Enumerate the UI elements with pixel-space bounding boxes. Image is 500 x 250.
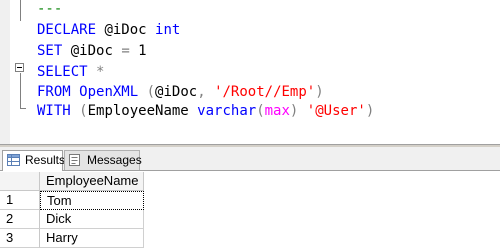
code-token: , — [197, 84, 206, 100]
query-editor[interactable]: --- DECLARE @iDoc int SET @iDoc = 1 SELE… — [0, 0, 500, 144]
code-line-1[interactable]: --- — [37, 0, 62, 18]
code-token: varchar — [197, 103, 257, 119]
row-number[interactable]: 2 — [0, 210, 40, 229]
code-line-3[interactable]: SET @iDoc = 1 — [37, 42, 147, 60]
code-token: int — [155, 22, 181, 38]
code-token: ) — [315, 84, 324, 100]
code-token: * — [96, 64, 105, 80]
row-number[interactable]: 1 — [0, 191, 40, 210]
code-line-4[interactable]: SELECT * — [37, 63, 104, 81]
code-token: ( — [146, 84, 156, 100]
results-tabstrip: Results Messages — [0, 147, 500, 171]
code-token: 1 — [129, 43, 147, 59]
code-token: @iDoc — [62, 43, 122, 59]
code-token: WITH — [37, 103, 71, 119]
code-token: max — [264, 103, 290, 119]
code-line-2[interactable]: DECLARE @iDoc int — [37, 21, 180, 39]
code-token: '/Root//Emp' — [214, 84, 316, 100]
collapse-toggle-icon[interactable] — [15, 63, 24, 72]
outline-line — [20, 0, 21, 21]
code-token: --- — [37, 1, 63, 17]
code-token: ( — [79, 103, 88, 119]
results-grid[interactable]: EmployeeName 1 Tom 2 Dick 3 Harry — [0, 171, 500, 250]
code-token: '@User' — [306, 103, 366, 119]
row-number[interactable]: 3 — [0, 229, 40, 248]
messages-icon — [69, 154, 80, 166]
tab-messages[interactable]: Messages — [64, 150, 142, 170]
outline-line — [20, 73, 21, 108]
table-cell[interactable]: Tom — [40, 191, 144, 210]
code-token: ( — [256, 103, 265, 119]
tab-results[interactable]: Results — [2, 150, 66, 171]
code-token: FROM — [37, 84, 71, 100]
code-token: = — [121, 43, 130, 59]
code-token: OpenXML — [79, 84, 139, 100]
grid-corner-cell[interactable] — [0, 172, 40, 191]
editor-gutter — [0, 0, 10, 144]
outline-line-end — [20, 108, 26, 109]
tab-messages-label: Messages — [87, 153, 142, 167]
code-token: SELECT — [37, 64, 88, 80]
code-token: SET — [37, 43, 63, 59]
table-cell[interactable]: Dick — [40, 210, 144, 229]
code-line-5[interactable]: FROM OpenXML (@iDoc, '/Root//Emp') — [37, 83, 324, 101]
code-token: ) — [365, 103, 375, 119]
grid-icon — [7, 154, 20, 166]
table-cell[interactable]: Harry — [40, 229, 144, 248]
code-line-6[interactable]: WITH (EmployeeName varchar(max) '@User') — [37, 102, 374, 120]
code-token: DECLARE — [37, 22, 97, 38]
code-token: EmployeeName — [87, 103, 198, 119]
column-header-employeename[interactable]: EmployeeName — [40, 172, 144, 191]
code-token: @iDoc — [155, 84, 198, 100]
code-token: @iDoc — [96, 22, 156, 38]
tab-results-label: Results — [25, 153, 66, 167]
